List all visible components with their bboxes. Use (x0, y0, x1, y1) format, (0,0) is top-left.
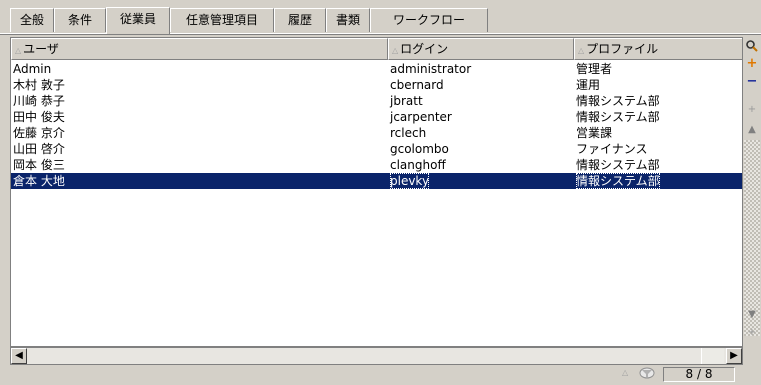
table-row[interactable]: 川崎 恭子 jbratt 情報システム部 (11, 93, 742, 109)
column-label: プロファイル (586, 42, 659, 56)
scroll-thumb[interactable] (701, 348, 724, 364)
cell-login: administrator (390, 62, 472, 76)
triangle-down-icon[interactable]: ▼ (744, 308, 760, 322)
small-plus-icon[interactable]: + (744, 103, 760, 117)
tab-history[interactable]: 履歴 (274, 8, 326, 32)
column-header-user[interactable]: △ ユーザ (11, 38, 388, 60)
cell-login: gcolombo (390, 142, 449, 156)
sort-icon: △ (622, 368, 629, 377)
cell-user: 岡本 俊三 (13, 158, 65, 172)
tab-employees[interactable]: 従業員 (106, 7, 170, 34)
cell-profile: 情報システム部 (576, 94, 660, 108)
cell-login: cbernard (390, 78, 444, 92)
cell-user: 倉本 大地 (13, 174, 65, 188)
tab-conditions[interactable]: 条件 (54, 8, 106, 32)
horizontal-scrollbar[interactable]: ◀ ▶ (10, 347, 743, 365)
cell-profile: 情報システム部 (576, 173, 660, 189)
sort-icon: △ (578, 46, 585, 55)
table-row[interactable]: 山田 啓介 gcolombo ファイナンス (11, 141, 742, 157)
column-header-profile[interactable]: △ プロファイル (574, 38, 742, 60)
vertical-scroll-track[interactable] (744, 140, 760, 336)
triangle-left-icon[interactable]: ◀ (11, 348, 27, 364)
cell-profile: 情報システム部 (576, 110, 660, 124)
cell-profile: 運用 (576, 78, 601, 92)
tab-documents[interactable]: 書類 (326, 8, 370, 32)
plus-icon[interactable]: + (744, 57, 760, 71)
table-row[interactable]: Admin administrator 管理者 (11, 61, 742, 77)
cell-login: plevky (390, 173, 430, 189)
cell-profile: 情報システム部 (576, 158, 660, 172)
table-row[interactable]: 田中 俊夫 jcarpenter 情報システム部 (11, 109, 742, 125)
cell-login: jcarpenter (390, 110, 452, 124)
tab-custom-fields[interactable]: 任意管理項目 (170, 8, 274, 32)
table-row[interactable]: 佐藤 京介 rclech 営業課 (11, 125, 742, 141)
cell-login: clanghoff (390, 158, 446, 172)
cell-user: 佐藤 京介 (13, 126, 65, 140)
table-header: △ ユーザ △ ログイン △ プロファイル (11, 38, 742, 60)
tab-general[interactable]: 全般 (10, 8, 54, 32)
magnifier-icon[interactable] (744, 39, 760, 53)
minus-icon[interactable]: − (744, 75, 760, 89)
cell-user: 川崎 恭子 (13, 94, 65, 108)
column-label: ログイン (400, 42, 449, 56)
cell-profile: 営業課 (576, 126, 613, 140)
cell-user: 山田 啓介 (13, 142, 65, 156)
column-header-login[interactable]: △ ログイン (388, 38, 574, 60)
side-toolbar: + − + ▲ ▼ + (743, 37, 761, 365)
cell-profile: ファイナンス (576, 142, 648, 156)
tab-workflow[interactable]: ワークフロー (370, 8, 488, 32)
triangle-right-icon[interactable]: ▶ (726, 348, 742, 364)
cell-login: rclech (390, 126, 427, 140)
small-plus-icon[interactable]: + (744, 326, 760, 340)
sort-icon: △ (392, 46, 399, 55)
cell-profile: 管理者 (576, 62, 613, 76)
status-bar: △ 8 / 8 (0, 365, 761, 385)
table-row[interactable]: 岡本 俊三 clanghoff 情報システム部 (11, 157, 742, 173)
table-row-selected[interactable]: 倉本 大地 plevky 情報システム部 (11, 173, 742, 189)
cell-user: 木村 敦子 (13, 78, 65, 92)
triangle-up-icon[interactable]: ▲ (744, 123, 760, 137)
tab-bar: 全般 条件 従業員 任意管理項目 履歴 書類 ワークフロー (0, 0, 761, 35)
cell-user: Admin (13, 62, 52, 76)
record-count: 8 / 8 (663, 367, 735, 382)
cell-login: jbratt (390, 94, 423, 108)
table-row[interactable]: 木村 敦子 cbernard 運用 (11, 77, 742, 93)
filter-icon[interactable] (638, 366, 656, 383)
cell-user: 田中 俊夫 (13, 110, 65, 124)
column-label: ユーザ (23, 42, 59, 56)
sort-icon: △ (15, 46, 22, 55)
employee-table: △ ユーザ △ ログイン △ プロファイル Admin administrator 管… (10, 37, 743, 347)
